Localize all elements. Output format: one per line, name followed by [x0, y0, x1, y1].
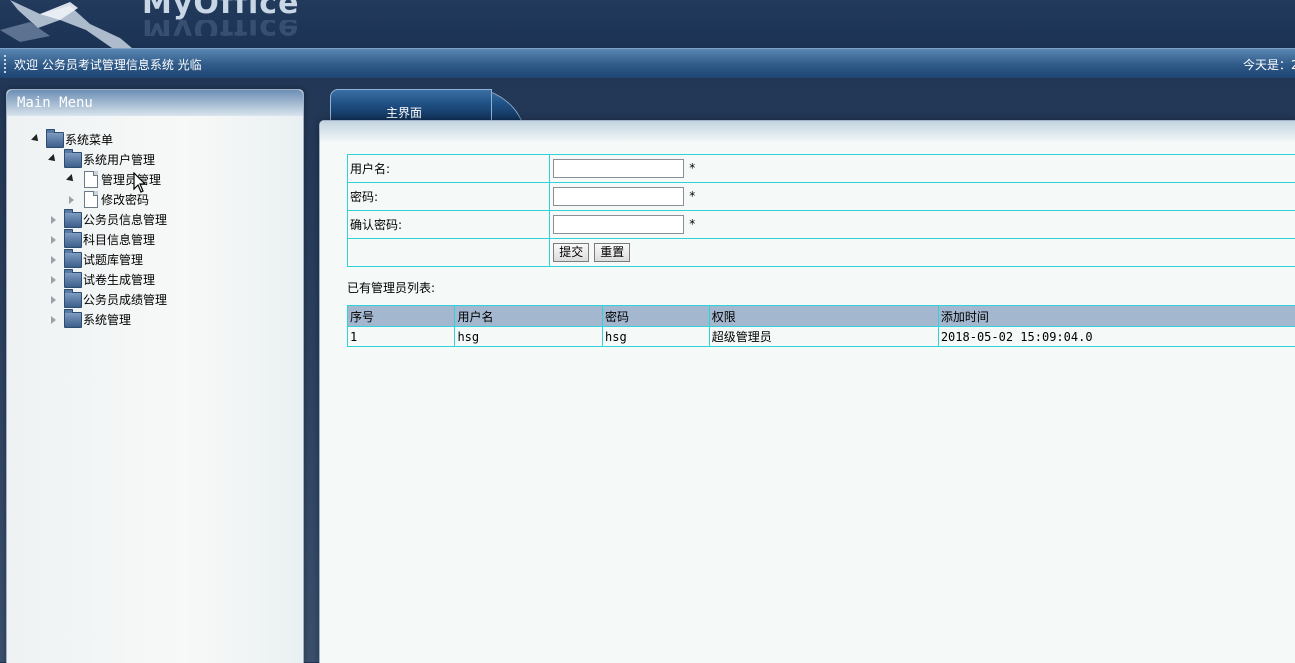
- welcome-text: 欢迎 公务员考试管理信息系统 光临: [14, 56, 202, 73]
- tree-node-question-bank[interactable]: 试题库管理: [7, 250, 287, 270]
- folder-icon: [64, 212, 82, 228]
- form-row-actions: 提交重置: [348, 239, 1295, 267]
- tree-node-label: 管理员管理: [101, 170, 161, 190]
- expand-toggle-icon[interactable]: [51, 256, 56, 264]
- collapse-toggle-icon[interactable]: [48, 154, 58, 164]
- reset-button[interactable]: 重置: [594, 243, 630, 262]
- tab-main[interactable]: 主界面: [330, 89, 522, 121]
- admin-table: 序号 用户名 密码 权限 添加时间 1 hsg hsg 超级管理员 2018-0…: [347, 305, 1295, 347]
- tree-node-label: 科目信息管理: [83, 230, 155, 250]
- tree-node-system-users[interactable]: 系统用户管理: [7, 150, 287, 170]
- cell-index: 1: [348, 327, 455, 347]
- tab-label: 主界面: [386, 104, 422, 121]
- actions-cell: 提交重置: [550, 239, 1295, 267]
- expand-toggle-icon[interactable]: [51, 296, 56, 304]
- expand-toggle-icon[interactable]: [51, 316, 56, 324]
- logo-text: MyOffice: [142, 0, 299, 21]
- column-header-password[interactable]: 密码: [603, 306, 710, 327]
- folder-icon: [64, 252, 82, 268]
- password-input[interactable]: [553, 187, 684, 206]
- column-header-index[interactable]: 序号: [348, 306, 455, 327]
- required-mark: *: [689, 161, 695, 175]
- column-header-username[interactable]: 用户名: [455, 306, 603, 327]
- welcome-bar: 欢迎 公务员考试管理信息系统 光临 今天是：2: [0, 48, 1295, 78]
- tree-node-label: 系统菜单: [65, 130, 113, 150]
- folder-icon: [64, 312, 82, 328]
- tree-node-root[interactable]: 系统菜单: [7, 130, 287, 150]
- required-mark: *: [689, 217, 695, 231]
- cell-permission: 超级管理员: [709, 327, 938, 347]
- confirm-password-label: 确认密码:: [348, 211, 550, 239]
- confirm-password-input[interactable]: [553, 215, 684, 234]
- table-row[interactable]: 1 hsg hsg 超级管理员 2018-05-02 15:09:04.0: [348, 327, 1295, 347]
- logo-swoosh-icon: [0, 0, 140, 48]
- folder-icon: [64, 232, 82, 248]
- admin-list-title: 已有管理员列表:: [347, 279, 435, 296]
- folder-icon: [64, 272, 82, 288]
- username-cell: *: [550, 155, 1295, 183]
- tree-node-label: 系统管理: [83, 310, 131, 330]
- confirm-password-cell: *: [550, 211, 1295, 239]
- admin-form: 用户名: * 密码: * 确认密码: * 提交重置: [347, 154, 1295, 267]
- tree-node-admin-management[interactable]: 管理员管理: [7, 170, 287, 190]
- tree-node-subject-info[interactable]: 科目信息管理: [7, 230, 287, 250]
- username-input[interactable]: [553, 159, 684, 178]
- mouse-cursor-icon: [133, 172, 147, 194]
- submit-button[interactable]: 提交: [553, 243, 589, 262]
- logo-reflection: MyOffice: [142, 20, 299, 36]
- expand-toggle-icon[interactable]: [51, 236, 56, 244]
- table-header-row: 序号 用户名 密码 权限 添加时间: [348, 306, 1295, 327]
- expand-toggle-icon[interactable]: [51, 276, 56, 284]
- column-header-permission[interactable]: 权限: [709, 306, 938, 327]
- today-text: 今天是：2: [1243, 56, 1295, 73]
- document-icon: [84, 171, 98, 188]
- required-mark: *: [689, 189, 695, 203]
- main-panel: 用户名: * 密码: * 确认密码: * 提交重置 已有管理员列表: 序号: [319, 120, 1295, 663]
- top-banner: MyOffice MyOffice: [0, 0, 1295, 48]
- empty-cell: [348, 239, 550, 267]
- tree-node-score-management[interactable]: 公务员成绩管理: [7, 290, 287, 310]
- folder-icon: [46, 132, 64, 148]
- tree-node-change-password[interactable]: 修改密码: [7, 190, 287, 210]
- sidebar-title: Main Menu: [17, 95, 93, 111]
- collapse-toggle-icon[interactable]: [31, 134, 41, 144]
- expand-toggle-icon[interactable]: [51, 216, 56, 224]
- password-cell: *: [550, 183, 1295, 211]
- tree-node-label: 系统用户管理: [83, 150, 155, 170]
- column-header-added-time[interactable]: 添加时间: [938, 306, 1295, 327]
- panel-top-shade: [320, 121, 1295, 143]
- tree-node-label: 试题库管理: [83, 250, 143, 270]
- form-row-password: 密码: *: [348, 183, 1295, 211]
- tree-node-civil-servant-info[interactable]: 公务员信息管理: [7, 210, 287, 230]
- password-label: 密码:: [348, 183, 550, 211]
- folder-icon: [64, 152, 82, 168]
- document-icon: [84, 191, 98, 208]
- tree-node-label: 公务员信息管理: [83, 210, 167, 230]
- username-label: 用户名:: [348, 155, 550, 183]
- form-row-username: 用户名: *: [348, 155, 1295, 183]
- sidebar: Main Menu 系统菜单 系统用户管理 管理员管理 修改密码: [6, 89, 304, 663]
- cell-password: hsg: [603, 327, 710, 347]
- tree-node-paper-generation[interactable]: 试卷生成管理: [7, 270, 287, 290]
- tree-node-label: 试卷生成管理: [83, 270, 155, 290]
- tree-node-label: 公务员成绩管理: [83, 290, 167, 310]
- cell-username: hsg: [455, 327, 603, 347]
- expand-toggle-icon[interactable]: [69, 196, 74, 204]
- form-row-confirm: 确认密码: *: [348, 211, 1295, 239]
- cell-added-time: 2018-05-02 15:09:04.0: [938, 327, 1295, 347]
- grip-handle: [4, 55, 8, 73]
- collapse-toggle-icon[interactable]: [66, 174, 76, 184]
- tree-node-system-management[interactable]: 系统管理: [7, 310, 287, 330]
- folder-icon: [64, 292, 82, 308]
